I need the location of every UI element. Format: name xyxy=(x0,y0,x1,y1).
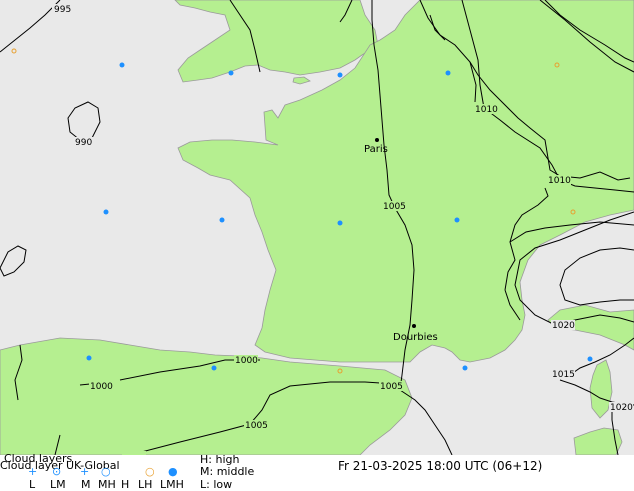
cloud-dot-icon xyxy=(86,355,92,361)
cloud-dot-icon xyxy=(337,72,343,78)
cloud-dot-icon xyxy=(119,62,125,68)
legend-ring-icon: ○ xyxy=(145,465,155,478)
isobar-label: 1010 xyxy=(548,176,571,186)
cloud-dot-icon xyxy=(337,220,343,226)
legend-plus-icon: + xyxy=(28,465,38,478)
isobar-label: 990 xyxy=(75,138,92,148)
isobar-label: 995 xyxy=(54,5,71,15)
isobar-label: 1015 xyxy=(552,370,575,380)
forecast-datetime: Fr 21-03-2025 18:00 UTC (06+12) xyxy=(338,459,543,473)
legend-plus-icon: + xyxy=(80,465,90,478)
legend-code: L xyxy=(29,478,36,491)
legend-ring-plus-icon: ⊙ xyxy=(52,465,62,478)
cloud-dot-icon xyxy=(211,365,217,371)
legend-code: M xyxy=(81,478,91,491)
legend-key-middle: M: middle xyxy=(200,465,255,478)
map-canvas: 995 990 1010 1010 1005 1000 1000 1005 10… xyxy=(0,0,634,455)
cloud-dot-icon xyxy=(103,209,109,215)
legend-code: MH xyxy=(98,478,116,491)
isobar-label: 1020 xyxy=(610,403,633,413)
weather-map: 995 990 1010 1010 1005 1000 1000 1005 10… xyxy=(0,0,634,455)
isobar-label: 1000 xyxy=(90,382,113,392)
cloud-dot-icon xyxy=(454,217,460,223)
city-label-paris: Paris xyxy=(364,144,388,155)
isobar-label: 1020 xyxy=(552,321,575,331)
cloud-dot-icon xyxy=(587,356,593,362)
city-marker-dourbies xyxy=(412,324,416,328)
legend-code: H xyxy=(121,478,130,491)
legend-dot-icon: ● xyxy=(168,465,178,478)
cloud-dot-icon xyxy=(445,70,451,76)
isobar-label: 1005 xyxy=(245,421,268,431)
legend-ring-icon: ○ xyxy=(101,465,111,478)
map-footer: Cloud layers Cloud layer UK-Global H: hi… xyxy=(0,453,634,491)
isobar-label: 1005 xyxy=(383,202,406,212)
isobar-label: 1000 xyxy=(235,356,258,366)
legend-code: LH xyxy=(138,478,153,491)
legend-code: LM xyxy=(50,478,66,491)
cloud-dot-icon xyxy=(228,70,234,76)
legend-key-low: L: low xyxy=(200,478,233,491)
isobar-label: 1005 xyxy=(380,382,403,392)
legend-code: LMH xyxy=(160,478,184,491)
cloud-dot-icon xyxy=(462,365,468,371)
city-label-dourbies: Dourbies xyxy=(393,332,438,343)
city-marker-paris xyxy=(375,138,379,142)
cloud-dot-icon xyxy=(219,217,225,223)
isobar-label: 1010 xyxy=(475,105,498,115)
